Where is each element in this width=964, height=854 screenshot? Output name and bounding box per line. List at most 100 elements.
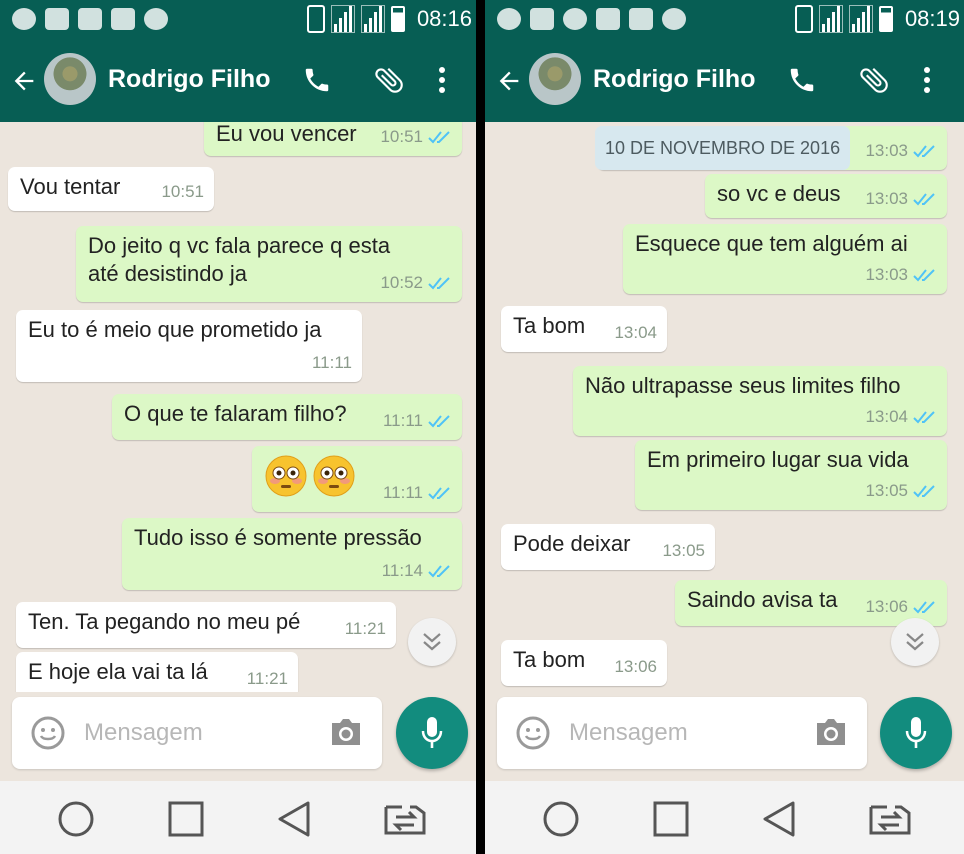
chat-header: Rodrigo Filho — [0, 39, 476, 122]
avatar[interactable] — [44, 53, 96, 105]
message-bubble[interactable]: Eu to é meio que prometido ja 11:11 — [16, 310, 362, 382]
mic-icon — [421, 717, 443, 748]
message-bubble[interactable]: so vc e deus 13:03 — [705, 174, 947, 218]
message-time: 13:03 — [865, 141, 908, 160]
back-triangle-icon[interactable] — [759, 799, 799, 839]
attach-icon[interactable] — [372, 63, 406, 97]
contact-name[interactable]: Rodrigo Filho — [108, 65, 270, 94]
gallery-icon — [45, 8, 69, 30]
message-bubble[interactable]: O que te falaram filho? 11:11 — [112, 394, 462, 440]
status-bar: 08:16 — [0, 0, 476, 39]
message-time: 13:04 — [614, 323, 657, 342]
more-vert-icon[interactable] — [434, 65, 450, 95]
message-bubble[interactable]: Pode deixar 13:05 — [501, 524, 715, 570]
scroll-down-button[interactable] — [408, 618, 456, 666]
emoji-message-bubble[interactable]: 11:11 — [252, 446, 462, 512]
double-chevron-down-icon — [906, 633, 924, 651]
more-vert-icon[interactable] — [919, 65, 935, 95]
switch-sim-icon[interactable] — [382, 799, 428, 839]
message-bubble[interactable]: Não ultrapasse seus limites filho 13:04 — [573, 366, 947, 436]
message-text: Em primeiro lugar sua vida — [647, 447, 909, 472]
back-triangle-icon[interactable] — [274, 799, 314, 839]
youtube-icon — [596, 8, 620, 30]
status-right: 08:16 — [306, 4, 476, 34]
message-bubble[interactable]: Esquece que tem alguém ai 13:03 — [623, 224, 947, 294]
message-time: 10:51 — [380, 127, 423, 146]
read-ticks-icon — [428, 131, 450, 144]
message-time: 11:21 — [344, 619, 386, 638]
message-bubble[interactable]: Eu vou vencer 10:51 — [204, 122, 462, 156]
read-ticks-icon — [428, 487, 450, 500]
message-input[interactable] — [84, 715, 304, 751]
scroll-down-button[interactable] — [891, 618, 939, 666]
back-arrow-icon[interactable] — [10, 67, 38, 95]
recents-square-icon[interactable] — [166, 799, 206, 839]
read-ticks-icon — [913, 193, 935, 206]
emoji-icon[interactable] — [30, 715, 66, 751]
camera-icon[interactable] — [328, 715, 364, 749]
read-ticks-icon — [428, 277, 450, 290]
notification-icon — [144, 8, 168, 30]
camera-icon[interactable] — [813, 715, 849, 749]
message-text: Eu to é meio que prometido ja — [28, 317, 322, 342]
youtube-icon — [78, 8, 102, 30]
chat-header: Rodrigo Filho — [485, 39, 964, 122]
contacts-icon — [111, 8, 135, 30]
message-bubble[interactable]: E hoje ela vai ta lá 11:21 — [16, 652, 298, 692]
read-ticks-icon — [428, 565, 450, 578]
message-time: 13:04 — [865, 407, 908, 426]
message-time: 13:06 — [614, 657, 657, 676]
message-time: 11:11 — [382, 483, 423, 502]
message-text: Esquece que tem alguém ai — [635, 231, 908, 256]
read-ticks-icon — [913, 411, 935, 424]
double-chevron-down-icon — [423, 633, 441, 651]
compose-bar — [497, 697, 867, 769]
message-time: 11:21 — [246, 669, 288, 688]
message-time: 10:52 — [380, 273, 423, 292]
call-icon[interactable] — [302, 65, 332, 95]
message-bubble[interactable]: Ta bom 13:04 — [501, 306, 667, 352]
message-time: 13:03 — [865, 265, 908, 284]
message-time: 11:11 — [382, 411, 423, 430]
recents-square-icon[interactable] — [651, 799, 691, 839]
message-text: Ten. Ta pegando no meu pé — [28, 609, 301, 634]
status-right: 08:19 — [794, 4, 964, 34]
percent-icon — [497, 8, 521, 30]
mic-button[interactable] — [396, 697, 468, 769]
phone-screen-left: 08:16 Rodrigo Filho Eu vou vencer 10:51 … — [0, 0, 476, 854]
home-circle-icon[interactable] — [56, 799, 96, 839]
gallery-icon — [530, 8, 554, 30]
mic-button[interactable] — [880, 697, 952, 769]
date-header-bubble[interactable]: 10 DE NOVEMBRO DE 2016 13:03 — [595, 126, 947, 170]
attach-icon[interactable] — [857, 63, 891, 97]
read-ticks-icon — [913, 485, 935, 498]
contact-name[interactable]: Rodrigo Filho — [593, 65, 755, 94]
message-bubble[interactable]: Em primeiro lugar sua vida 13:05 — [635, 440, 947, 510]
notification-icons — [12, 8, 168, 30]
contacts-icon — [629, 8, 653, 30]
message-list[interactable]: Eu vou vencer 10:51 Vou tentar 10:51 Do … — [0, 122, 476, 692]
read-ticks-icon — [913, 269, 935, 282]
read-ticks-icon — [913, 145, 935, 158]
avatar[interactable] — [529, 53, 581, 105]
switch-sim-icon[interactable] — [867, 799, 913, 839]
home-circle-icon[interactable] — [541, 799, 581, 839]
call-icon[interactable] — [787, 65, 817, 95]
message-bubble[interactable]: Vou tentar 10:51 — [8, 167, 214, 211]
status-time: 08:16 — [416, 6, 472, 31]
message-bubble[interactable]: Tudo isso é somente pressão 11:14 — [122, 518, 462, 590]
system-nav-bar — [0, 781, 476, 854]
message-bubble[interactable]: Ten. Ta pegando no meu pé 11:21 — [16, 602, 396, 648]
message-input[interactable] — [569, 715, 789, 751]
status-time: 08:19 — [904, 6, 960, 31]
message-bubble[interactable]: Ta bom 13:06 — [501, 640, 667, 686]
message-time: 13:05 — [662, 541, 705, 560]
back-arrow-icon[interactable] — [495, 67, 523, 95]
flushed-face-icon — [313, 455, 355, 497]
vibrate-icon — [794, 5, 813, 33]
message-bubble[interactable]: Do jeito q vc fala parece q esta até des… — [76, 226, 462, 302]
notification-icons — [497, 8, 686, 30]
flushed-face-icon — [265, 455, 307, 497]
message-list[interactable]: 10 DE NOVEMBRO DE 2016 13:03 so vc e deu… — [485, 122, 964, 692]
emoji-icon[interactable] — [515, 715, 551, 751]
